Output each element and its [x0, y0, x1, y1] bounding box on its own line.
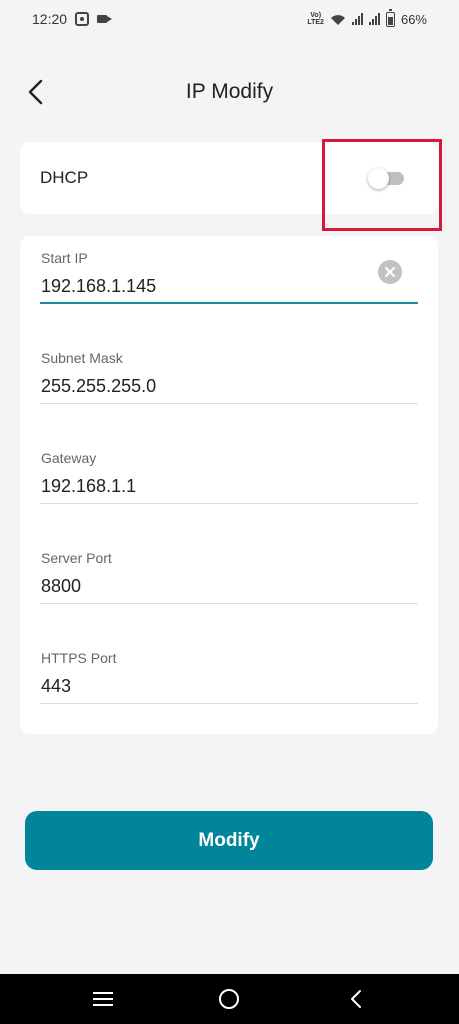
server-port-field: Server Port: [40, 550, 418, 620]
subnet-mask-label: Subnet Mask: [41, 350, 123, 366]
app-header: IP Modify: [0, 60, 459, 124]
status-left: 12:20: [32, 11, 113, 27]
server-port-input[interactable]: [40, 570, 418, 604]
status-bar: 12:20 Vo) LTE2 66%: [0, 0, 459, 38]
system-nav-bar: [0, 974, 459, 1024]
home-circle-icon: [219, 989, 240, 1009]
volte-top-text: Vo): [310, 12, 322, 19]
wifi-icon: [330, 14, 345, 25]
chevron-left-icon: [28, 79, 43, 105]
dhcp-label: DHCP: [40, 168, 89, 187]
start-ip-label: Start IP: [41, 250, 88, 266]
volte-bottom-text: LTE2: [307, 19, 324, 26]
subnet-mask-input[interactable]: [40, 370, 418, 404]
start-ip-field: Start IP: [40, 250, 418, 320]
modify-button[interactable]: Modify: [25, 811, 433, 870]
home-button[interactable]: [209, 979, 249, 1019]
highlight-box: [322, 139, 442, 231]
recents-button[interactable]: [83, 979, 123, 1019]
battery-icon: [385, 8, 395, 27]
nav-back-button[interactable]: [336, 979, 376, 1019]
signal-1-icon: [351, 13, 363, 25]
volte-icon: Vo) LTE2: [307, 12, 324, 26]
screen-record-icon: [75, 12, 90, 26]
page-title: IP Modify: [185, 80, 274, 103]
start-ip-input[interactable]: [40, 270, 418, 304]
subnet-mask-field: Subnet Mask: [40, 350, 418, 420]
https-port-input[interactable]: [40, 670, 418, 704]
signal-2-icon: [368, 13, 380, 25]
https-port-field: HTTPS Port: [40, 650, 418, 720]
gateway-label: Gateway: [41, 450, 97, 466]
battery-percent: 66%: [400, 11, 427, 27]
video-camera-icon: [97, 15, 113, 23]
ip-form-card: Start IP Subnet Mask Gateway Server Port…: [20, 236, 438, 734]
back-icon: [350, 990, 361, 1008]
clear-button[interactable]: [378, 260, 402, 284]
server-port-label: Server Port: [41, 550, 112, 566]
https-port-label: HTTPS Port: [41, 650, 117, 666]
menu-icon: [93, 992, 114, 1006]
status-right: Vo) LTE2 66%: [307, 8, 427, 27]
status-time: 12:20: [32, 11, 68, 27]
clear-x-icon: [385, 267, 395, 277]
gateway-field: Gateway: [40, 450, 418, 520]
gateway-input[interactable]: [40, 470, 418, 504]
back-button[interactable]: [18, 74, 54, 110]
